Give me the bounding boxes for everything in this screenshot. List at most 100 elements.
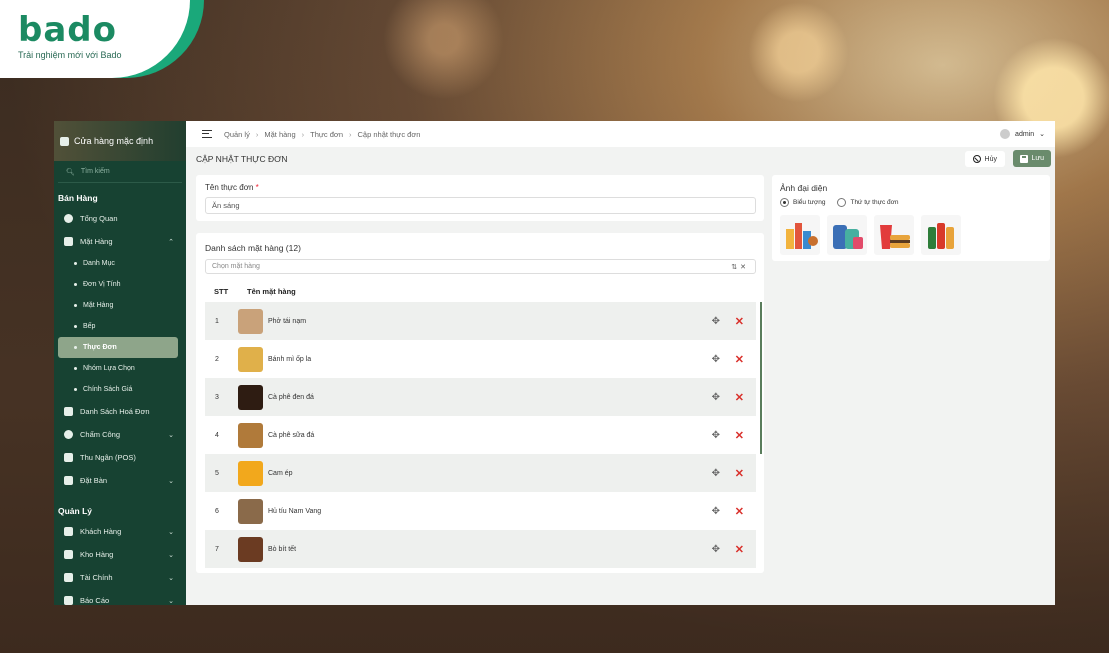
icon-options <box>780 215 961 255</box>
breadcrumb-2[interactable]: Mặt hàng <box>264 130 295 139</box>
sidebar: Cửa hàng mặc định 🔍︎ Tìm kiếm Bán Hàng T… <box>54 121 186 605</box>
store-switcher[interactable]: Cửa hàng mặc định <box>54 121 186 161</box>
move-icon[interactable]: ✥ <box>712 316 720 327</box>
sidebar-sub-products[interactable]: Mặt Hàng <box>54 295 186 316</box>
calendar-icon <box>64 476 73 485</box>
delete-icon[interactable]: ✕ <box>735 505 744 518</box>
sidebar-item-customers[interactable]: Khách Hàng ⌄ <box>54 520 186 543</box>
sidebar-item-timekeeping[interactable]: Chấm Công ⌄ <box>54 423 186 446</box>
product-name: Bánh mì ốp la <box>268 355 312 363</box>
sidebar-item-invoices[interactable]: Danh Sách Hoá Đơn <box>54 400 186 423</box>
sidebar-item-reports[interactable]: Báo Cáo ⌄ <box>54 589 186 605</box>
sidebar-item-booking[interactable]: Đặt Bàn ⌄ <box>54 469 186 492</box>
chevron-down-icon: ⌄ <box>168 574 174 582</box>
table-row[interactable]: 6 Hủ tíu Nam Vang ✥ ✕ <box>205 492 756 530</box>
menu-name-label: Tên thực đơn * <box>205 183 259 192</box>
sidebar-item-overview[interactable]: Tổng Quan <box>54 207 186 230</box>
row-stt: 1 <box>215 317 219 325</box>
scrollbar[interactable] <box>760 302 762 454</box>
move-icon[interactable]: ✥ <box>712 392 720 403</box>
user-menu[interactable]: admin ⌄ <box>1000 129 1045 139</box>
page-title: CẬP NHẬT THỰC ĐƠN <box>196 154 288 164</box>
product-list-title: Danh sách mặt hàng (12) <box>205 243 301 253</box>
menu-name-input[interactable]: Ăn sáng <box>205 197 756 214</box>
sidebar-sub-options[interactable]: Nhóm Lựa Chọn <box>54 358 186 379</box>
row-stt: 4 <box>215 431 219 439</box>
move-icon[interactable]: ✥ <box>712 354 720 365</box>
sidebar-sub-category[interactable]: Danh Mục <box>54 253 186 274</box>
radio-menu-order[interactable]: Thứ tự thực đơn <box>837 198 899 207</box>
chevron-down-icon: ⌄ <box>168 597 174 605</box>
table-row[interactable]: 2 Bánh mì ốp la ✥ ✕ <box>205 340 756 378</box>
sidebar-sub-kitchen[interactable]: Bếp <box>54 316 186 337</box>
sidebar-search-placeholder: Tìm kiếm <box>80 168 110 175</box>
save-icon <box>1019 154 1028 163</box>
bottles-icon[interactable] <box>921 215 961 255</box>
sidebar-sub-price[interactable]: Chính Sách Giá <box>54 379 186 400</box>
image-mode-radios: Biểu tượng Thứ tự thực đơn <box>780 198 899 207</box>
menu-name-card: Tên thực đơn * Ăn sáng <box>196 175 764 221</box>
invoice-icon <box>64 407 73 416</box>
row-stt: 2 <box>215 355 219 363</box>
chevron-down-icon: ⌄ <box>168 551 174 559</box>
image-title: Ảnh đại diện <box>780 183 828 193</box>
chevron-down-icon: ⌄ <box>168 528 174 536</box>
move-icon[interactable]: ✥ <box>712 506 720 517</box>
shield-check-icon <box>64 430 73 439</box>
move-icon[interactable]: ✥ <box>712 468 720 479</box>
delete-icon[interactable]: ✕ <box>735 467 744 480</box>
page-header: CẬP NHẬT THỰC ĐƠN Hủy Lưu <box>186 147 1055 171</box>
table-row[interactable]: 3 Cà phê đen đá ✥ ✕ <box>205 378 756 416</box>
drinks-food-icon[interactable] <box>780 215 820 255</box>
product-select[interactable]: Chọn mặt hàng ⇅✕ <box>205 259 756 274</box>
brand-logo: bado <box>18 10 117 50</box>
chevron-right-icon: › <box>301 129 305 139</box>
move-icon[interactable]: ✥ <box>712 430 720 441</box>
store-icon <box>60 136 69 146</box>
row-stt: 7 <box>215 545 219 553</box>
table-row[interactable]: 1 Phở tái nạm ✥ ✕ <box>205 302 756 340</box>
breadcrumb-1[interactable]: Quản lý <box>224 130 250 139</box>
sidebar-item-products[interactable]: Mặt Hàng ⌃ <box>54 230 186 253</box>
users-icon <box>64 527 73 536</box>
table-row[interactable]: 5 Cam ép ✥ ✕ <box>205 454 756 492</box>
radio-icon-mode[interactable]: Biểu tượng <box>780 198 825 207</box>
delete-icon[interactable]: ✕ <box>735 353 744 366</box>
radio-dot <box>780 198 789 207</box>
select-controls[interactable]: ⇅✕ <box>731 263 749 271</box>
sidebar-sub-unit[interactable]: Đơn Vị Tính <box>54 274 186 295</box>
row-stt: 5 <box>215 469 219 477</box>
product-rows: 1 Phở tái nạm ✥ ✕ 2 Bánh mì ốp la ✥ ✕ 3 Cà phê đe… <box>205 302 756 568</box>
product-thumbnail <box>238 536 263 562</box>
jars-icon[interactable] <box>827 215 867 255</box>
sidebar-sub-menu[interactable]: Thực Đơn <box>58 337 178 358</box>
cash-register-icon <box>64 453 73 462</box>
sidebar-item-finance[interactable]: Tài Chính ⌄ <box>54 566 186 589</box>
warehouse-icon <box>64 550 73 559</box>
move-icon[interactable]: ✥ <box>712 544 720 555</box>
topbar: Quản lý › Mặt hàng › Thực đơn › Cập nhật… <box>186 121 1055 147</box>
delete-icon[interactable]: ✕ <box>735 429 744 442</box>
sidebar-search[interactable]: 🔍︎ Tìm kiếm <box>58 161 182 183</box>
cancel-button[interactable]: Hủy <box>964 151 1005 167</box>
table-row[interactable]: 7 Bò bít tết ✥ ✕ <box>205 530 756 568</box>
burger-drink-icon[interactable] <box>874 215 914 255</box>
sidebar-item-warehouse[interactable]: Kho Hàng ⌄ <box>54 543 186 566</box>
chevron-down-icon: ⌄ <box>168 431 174 439</box>
delete-icon[interactable]: ✕ <box>735 315 744 328</box>
store-name: Cửa hàng mặc định <box>74 136 154 146</box>
app-window: Cửa hàng mặc định 🔍︎ Tìm kiếm Bán Hàng T… <box>54 121 1055 605</box>
section-sales: Bán Hàng <box>58 193 98 203</box>
sidebar-item-pos[interactable]: Thu Ngân (POS) <box>54 446 186 469</box>
delete-icon[interactable]: ✕ <box>735 543 744 556</box>
image-card: Ảnh đại diện Biểu tượng Thứ tự thực đơn <box>772 175 1050 261</box>
table-row[interactable]: 4 Cà phê sữa đá ✥ ✕ <box>205 416 756 454</box>
product-thumbnail <box>238 384 263 410</box>
breadcrumb-3[interactable]: Thực đơn <box>310 130 343 139</box>
radio-dot <box>837 198 847 207</box>
menu-toggle-icon[interactable] <box>202 130 212 138</box>
product-name: Phở tái nạm <box>268 317 307 325</box>
save-button[interactable]: Lưu <box>1012 150 1051 167</box>
delete-icon[interactable]: ✕ <box>735 391 744 404</box>
chevron-down-icon: ⌄ <box>1039 131 1045 138</box>
